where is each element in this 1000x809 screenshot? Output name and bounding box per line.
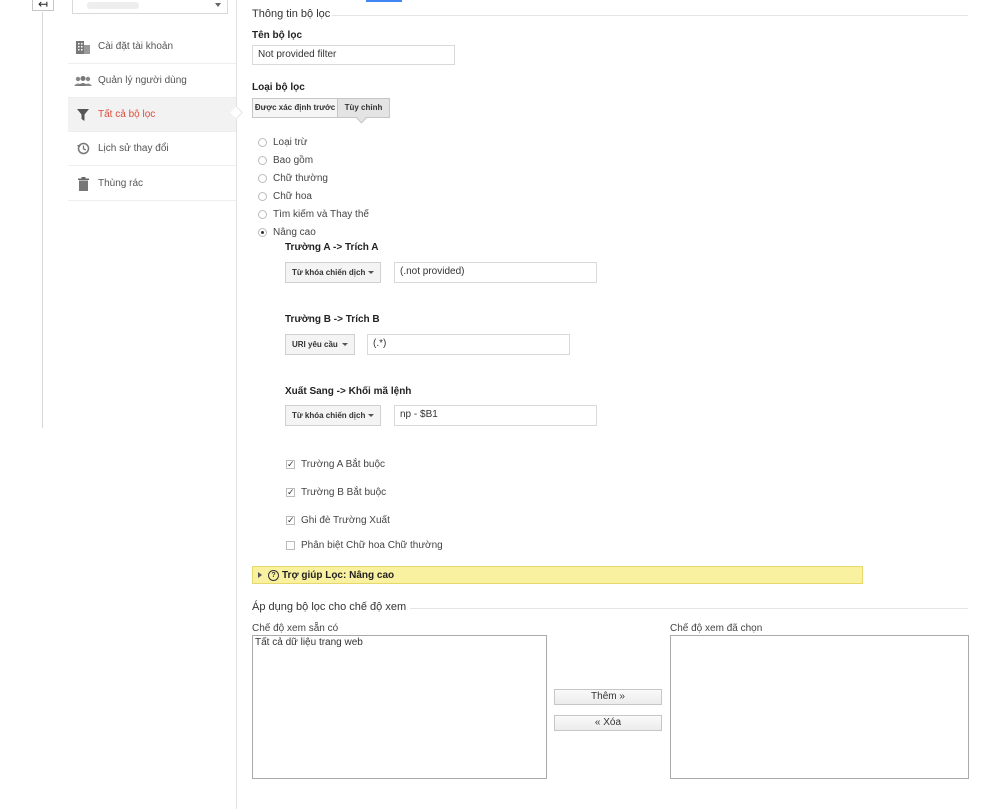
- available-views-list[interactable]: Tất cả dữ liệu trang web: [252, 635, 547, 779]
- section-divider: [332, 15, 968, 16]
- sidebar-item-user-management[interactable]: Quản lý người dùng: [68, 64, 236, 98]
- radio-label: Tìm kiếm và Thay thế: [273, 208, 369, 220]
- available-views-label: Chế độ xem sẵn có: [252, 623, 339, 634]
- radio-search-replace[interactable]: Tìm kiếm và Thay thế: [258, 207, 369, 221]
- output-label: Xuất Sang -> Khối mã lệnh: [285, 386, 412, 397]
- checkbox-override-output[interactable]: ✓ Ghi đè Trường Xuất: [286, 513, 390, 527]
- account-name-redacted: [87, 2, 139, 9]
- radio-button[interactable]: [258, 191, 267, 201]
- field-a-dropdown[interactable]: Từ khóa chiến dịch: [285, 262, 381, 283]
- checkbox-field-b-required[interactable]: ✓ Trường B Bắt buộc: [286, 485, 386, 499]
- filter-name-label: Tên bộ lọc: [252, 30, 302, 41]
- sidebar-guide-line: [42, 12, 43, 428]
- chevron-down-icon: [368, 271, 374, 274]
- sidebar-item-label: Thùng rác: [98, 178, 144, 189]
- dropdown-value: URI yêu cầu: [292, 340, 338, 349]
- checkbox-field-a-required[interactable]: ✓ Trường A Bắt buộc: [286, 457, 385, 471]
- filter-icon: [68, 108, 98, 121]
- back-button[interactable]: ↤: [32, 0, 54, 11]
- checkbox-case-sensitive[interactable]: Phân biệt Chữ hoa Chữ thường: [286, 538, 443, 552]
- field-b-dropdown[interactable]: URI yêu cầu: [285, 334, 355, 355]
- chevron-down-icon: [215, 3, 221, 7]
- tab-indicator: [366, 0, 402, 2]
- apply-section-title: Áp dụng bộ lọc cho chế độ xem: [252, 601, 407, 613]
- add-view-button[interactable]: Thêm »: [554, 689, 662, 705]
- trash-icon: [68, 176, 98, 191]
- output-input[interactable]: np - $B1: [394, 405, 597, 426]
- sidebar-item-change-history[interactable]: Lịch sử thay đổi: [68, 132, 236, 166]
- radio-label: Nâng cao: [273, 226, 316, 238]
- dropdown-value: Từ khóa chiến dịch: [292, 411, 366, 420]
- checkbox-label: Phân biệt Chữ hoa Chữ thường: [301, 539, 443, 551]
- checkbox[interactable]: ✓: [286, 487, 295, 497]
- radio-exclude[interactable]: Loại trừ: [258, 135, 369, 149]
- dropdown-value: Từ khóa chiến dịch: [292, 268, 366, 277]
- filter-type-label: Loại bộ lọc: [252, 82, 305, 93]
- sidebar-item-trash[interactable]: Thùng rác: [68, 167, 236, 201]
- users-icon: [68, 75, 98, 87]
- selected-views-label: Chế độ xem đã chọn: [670, 623, 763, 634]
- radio-label: Chữ hoa: [273, 190, 312, 202]
- checkbox[interactable]: ✓: [286, 459, 295, 469]
- checkbox-label: Trường A Bắt buộc: [301, 458, 386, 470]
- filter-name-input[interactable]: Not provided filter: [252, 45, 455, 65]
- radio-include[interactable]: Bao gồm: [258, 153, 369, 167]
- radio-label: Chữ thường: [273, 172, 328, 184]
- checkbox-label: Ghi đè Trường Xuất: [301, 514, 390, 526]
- field-b-label: Trường B -> Trích B: [285, 314, 380, 325]
- sidebar-item-label: Lịch sử thay đổi: [98, 143, 169, 154]
- sidebar-item-label: Tất cả bộ lọc: [98, 109, 156, 120]
- radio-label: Loại trừ: [273, 136, 308, 148]
- tab-predefined[interactable]: Được xác định trước: [252, 98, 338, 118]
- radio-button[interactable]: [258, 209, 267, 219]
- filter-type-options: Loại trừ Bao gồm Chữ thường Chữ hoa Tìm …: [258, 135, 369, 239]
- radio-uppercase[interactable]: Chữ hoa: [258, 189, 369, 203]
- expand-arrow-icon: [258, 572, 262, 578]
- output-dropdown[interactable]: Từ khóa chiến dịch: [285, 405, 381, 426]
- section-divider: [410, 608, 968, 609]
- field-a-label: Trường A -> Trích A: [285, 242, 379, 253]
- sidebar-item-label: Cài đặt tài khoản: [98, 41, 174, 52]
- checkbox[interactable]: [286, 540, 295, 550]
- help-icon: ?: [268, 569, 279, 581]
- history-icon: [68, 142, 98, 155]
- remove-view-button[interactable]: « Xóa: [554, 715, 662, 731]
- sidebar-item-account-settings[interactable]: Cài đặt tài khoản: [68, 30, 236, 64]
- radio-button[interactable]: [258, 137, 267, 147]
- filter-info-title: Thông tin bộ lọc: [252, 8, 331, 20]
- radio-button-selected[interactable]: [258, 227, 267, 237]
- selected-views-list[interactable]: [670, 635, 969, 779]
- radio-lowercase[interactable]: Chữ thường: [258, 171, 369, 185]
- sidebar-divider: [236, 0, 237, 809]
- help-label: Trợ giúp Lọc: Nâng cao: [282, 569, 395, 581]
- field-a-input[interactable]: (.not provided): [394, 262, 597, 283]
- chevron-down-icon: [368, 414, 374, 417]
- list-item[interactable]: Tất cả dữ liệu trang web: [253, 636, 546, 649]
- radio-label: Bao gồm: [273, 154, 314, 166]
- building-icon: [68, 40, 98, 54]
- sidebar-item-label: Quản lý người dùng: [98, 75, 187, 86]
- radio-button[interactable]: [258, 173, 267, 183]
- chevron-down-icon: [342, 343, 348, 346]
- back-arrow-icon: ↤: [37, 0, 49, 11]
- checkbox-label: Trường B Bắt buộc: [301, 486, 387, 498]
- field-b-input[interactable]: (.*): [367, 334, 570, 355]
- help-advanced-filter[interactable]: ? Trợ giúp Lọc: Nâng cao: [252, 566, 863, 584]
- radio-button[interactable]: [258, 155, 267, 165]
- checkbox[interactable]: ✓: [286, 515, 295, 525]
- sidebar-item-all-filters[interactable]: Tất cả bộ lọc: [68, 98, 236, 132]
- account-selector[interactable]: [72, 0, 228, 14]
- radio-advanced[interactable]: Nâng cao: [258, 225, 369, 239]
